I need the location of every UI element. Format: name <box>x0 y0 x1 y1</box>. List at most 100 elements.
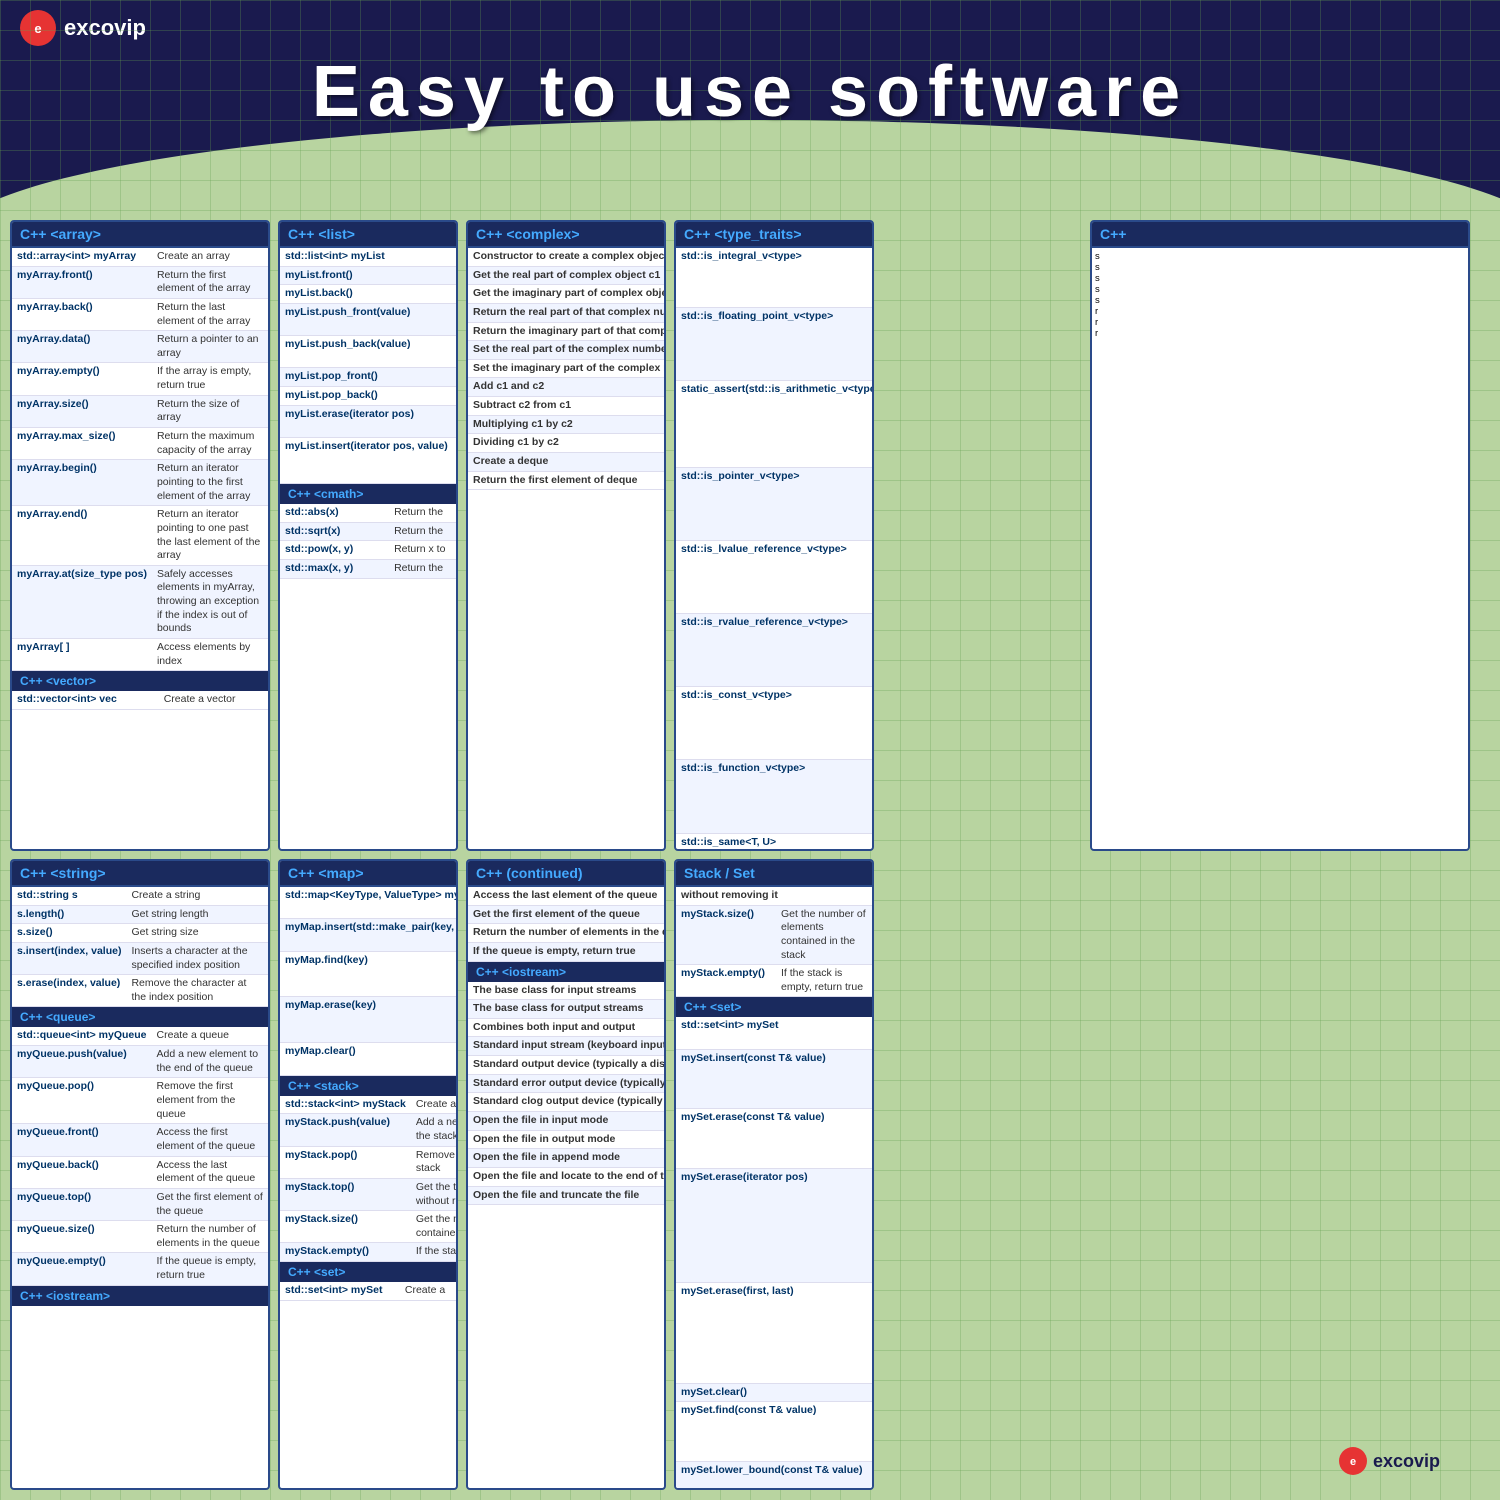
table-row: mySet.find(const T& value)Search for a s… <box>676 1402 872 1462</box>
table-row: myArray[ ]Access elements by index <box>12 639 268 671</box>
table-row: Open the file in append mode <box>468 1149 664 1168</box>
cell-desc: Return x to <box>389 541 456 560</box>
cell-name: myStack.pop() <box>280 1146 411 1178</box>
cell-name: myQueue.top() <box>12 1188 152 1220</box>
table-row: std::is_lvalue_reference_v<type>Check wh… <box>676 540 872 613</box>
cell-desc: Get string length <box>126 905 268 924</box>
table-row: myStack.size()Get the number of elements… <box>676 905 872 965</box>
cell-desc: If the stack is empty, return true <box>776 965 872 997</box>
panel-array-header: C++ <array> <box>12 222 268 248</box>
cell-name: myQueue.push(value) <box>12 1046 152 1078</box>
panel-list: C++ <list> std::list<int> myListCreatemy… <box>278 220 458 851</box>
cell-name: myList.erase(iterator pos) <box>280 405 453 437</box>
table-row: myArray.end()Return an iterator pointing… <box>12 506 268 566</box>
cell-desc: Return the maximum capacity of the array <box>152 428 268 460</box>
table-row: std::max(x, y)Return the <box>280 559 456 578</box>
cell-desc: Return an iterator pointing to one past … <box>152 506 268 566</box>
cell-full: Open the file and truncate the file <box>468 1186 664 1205</box>
panel-deque: C++ (continued) Access the last element … <box>466 859 666 1490</box>
table-row: std::queue<int> myQueueCreate a queue <box>12 1027 268 1045</box>
cell-desc: Get string size <box>126 924 268 943</box>
table-row: myList.push_back(value)Insert a of the l… <box>280 336 456 368</box>
cell-name: s.length() <box>12 905 126 924</box>
cell-name: myArray.end() <box>12 506 152 566</box>
cell-name: myStack.empty() <box>676 965 776 997</box>
stack-header: C++ <stack> <box>280 1076 456 1096</box>
cell-name: std::set<int> mySet <box>676 1017 869 1049</box>
table-row: myArray.empty()If the array is empty, re… <box>12 363 268 395</box>
cell-name: myList.back() <box>280 285 453 304</box>
table-row: myQueue.top()Get the first element of th… <box>12 1188 268 1220</box>
panel-type-traits: C++ <type_traits> std::is_integral_v<typ… <box>674 220 874 851</box>
table-row: Return the first element of deque <box>468 471 664 490</box>
table-row: myMap.insert(std::make_pair(key, value))… <box>280 919 456 951</box>
svg-text:e: e <box>1350 1456 1356 1468</box>
stack-extra-table: without removing itmyStack.size()Get the… <box>676 887 872 997</box>
cell-name: s.insert(index, value) <box>12 942 126 974</box>
table-row: Constructor to create a complex object <box>468 248 664 266</box>
cell-desc: Search for a specified element <box>869 1402 872 1462</box>
iostream-header: C++ <iostream> <box>12 1286 268 1306</box>
type-traits-table: std::is_integral_v<type>Check whether th… <box>676 248 872 849</box>
table-row: myList.pop_back()Remove <box>280 387 456 406</box>
cell-full: If the queue is empty, return true <box>468 942 664 961</box>
cell-name: myArray.at(size_type pos) <box>12 565 152 638</box>
cell-desc: Add a ne the stack <box>411 1114 456 1146</box>
table-row: Standard input stream (keyboard input) <box>468 1037 664 1056</box>
table-row: The base class for input streams <box>468 982 664 1000</box>
cell-desc: Return the <box>389 559 456 578</box>
table-row: Return the real part of that complex num… <box>468 303 664 322</box>
table-row: Standard output device (typically a disp… <box>468 1056 664 1075</box>
cell-desc: Access the first element of the queue <box>152 1124 268 1156</box>
cell-name: myQueue.front() <box>12 1124 152 1156</box>
cell-desc: Remove elements from the set within a sp… <box>869 1283 872 1383</box>
map-header: C++ <map> <box>280 861 456 887</box>
cell-full: Combines both input and output <box>468 1018 664 1037</box>
footer-logo: e excovip <box>1339 1447 1440 1475</box>
table-row: myQueue.push(value)Add a new element to … <box>12 1046 268 1078</box>
cell-name: std::is_lvalue_reference_v<type> <box>676 540 872 613</box>
cell-name: myList.pop_front() <box>280 368 453 387</box>
cell-name: myStack.push(value) <box>280 1114 411 1146</box>
cell-desc: Remove the character at the index positi… <box>126 975 268 1007</box>
table-row: If the queue is empty, return true <box>468 942 664 961</box>
cell-full: without removing it <box>676 887 872 905</box>
table-row: myQueue.front()Access the first element … <box>12 1124 268 1156</box>
cell-name: mySet.erase(iterator pos) <box>676 1168 869 1282</box>
set-bottom-header: C++ <set> <box>280 1262 456 1282</box>
cell-full: Constructor to create a complex object <box>468 248 664 266</box>
table-row: std::string sCreate a string <box>12 887 268 905</box>
table-row: std::is_floating_point_v<type>Check whet… <box>676 307 872 380</box>
cell-name: std::vector<int> vec <box>12 691 159 709</box>
table-row: mySet.clear()Clear set <box>676 1383 872 1402</box>
table-row: s.erase(index, value)Remove the characte… <box>12 975 268 1007</box>
table-row: std::list<int> myListCreate <box>280 248 456 266</box>
table-row: myStack.pop()Remove stack <box>280 1146 456 1178</box>
table-row: Open the file in output mode <box>468 1130 664 1149</box>
panel-extra-top: C++ sssssrrr <box>1090 220 1470 851</box>
cell-full: The base class for output streams <box>468 1000 664 1019</box>
cell-desc: Inserts a position <box>453 438 456 484</box>
cell-name: myMap.find(key) <box>280 951 456 997</box>
panel-array: C++ <array> std::array<int> myArrayCreat… <box>10 220 270 851</box>
table-row: Return the imaginary part of that comple… <box>468 322 664 341</box>
cell-name: myMap.insert(std::make_pair(key, value)) <box>280 919 456 951</box>
table-row: Set the real part of the complex number <box>468 341 664 360</box>
cell-name: std::is_pointer_v<type> <box>676 467 872 540</box>
queue-header: C++ <queue> <box>12 1007 268 1027</box>
cell-desc: Remove specifie <box>453 405 456 437</box>
cell-desc: Remove stack <box>411 1146 456 1178</box>
cell-desc: Create an array <box>152 248 268 266</box>
cell-full: Multiplying c1 by c2 <box>468 415 664 434</box>
table-row: myArray.begin()Return an iterator pointi… <box>12 460 268 506</box>
cell-full: Standard clog output device (typically a… <box>468 1093 664 1112</box>
table-row: std::vector<int> vecCreate a vector <box>12 691 268 709</box>
table-row: Subtract c2 from c1 <box>468 397 664 416</box>
table-row: myStack.push(value)Add a ne the stack <box>280 1114 456 1146</box>
table-row: std::pow(x, y)Return x to <box>280 541 456 560</box>
table-row: Dividing c1 by c2 <box>468 434 664 453</box>
cell-desc: Get the number of elements contained in … <box>776 905 872 965</box>
cell-full: Create a deque <box>468 453 664 472</box>
cell-desc: Create <box>453 248 456 266</box>
string-table: std::string sCreate a strings.length()Ge… <box>12 887 268 1007</box>
